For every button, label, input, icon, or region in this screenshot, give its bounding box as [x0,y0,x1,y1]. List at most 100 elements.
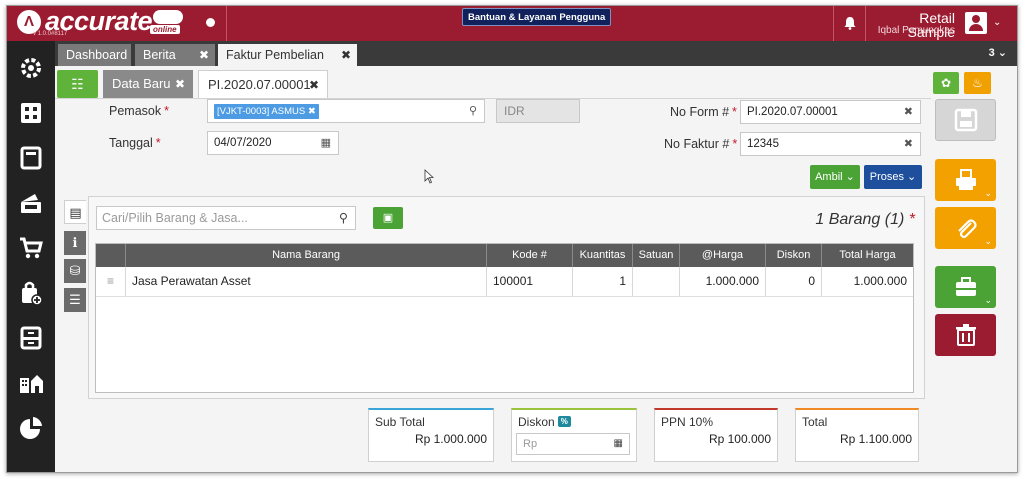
divider [833,6,834,41]
tab-dashboard[interactable]: Dashboard [58,44,131,66]
save-button[interactable] [935,99,996,141]
help-button[interactable]: Bantuan & Layanan Pengguna [462,8,612,26]
avatar[interactable] [965,12,987,34]
close-icon[interactable]: ✖ [175,70,185,98]
tab-new-data[interactable]: Data Baru ✖ [103,70,193,98]
delete-button[interactable] [935,314,996,356]
sidebar-item-reports[interactable] [7,408,55,448]
book-icon [20,146,42,170]
tab-label: Faktur Pembelian [226,48,324,62]
building-icon [20,375,43,393]
add-item-button[interactable]: ▣ [373,207,403,229]
cell-total[interactable]: 1.000.000 [822,267,913,296]
ppn-value: Rp 100.000 [708,432,771,446]
proses-button[interactable]: Proses ⌄ [864,165,922,189]
percent-toggle[interactable]: % [557,416,571,427]
column-header-price[interactable]: @Harga [680,244,766,267]
app-version: v 1.0.0#8117 [33,31,68,37]
calendar-icon[interactable]: ▦ [321,132,331,154]
list-view-button[interactable]: ☷ [57,70,98,98]
tab-detail-items[interactable]: ▤ [64,200,86,224]
sidebar-item-cash[interactable] [7,183,55,223]
print-icon [955,169,976,190]
supplier-field[interactable]: [VJKT-0003] ASMUS ✖ ⚲ [207,99,485,123]
status-dot-icon[interactable] [206,18,215,27]
logo-cloud-icon [153,10,183,24]
tab-document[interactable]: PI.2020.07.00001 ✖ [198,70,328,98]
bag-add-icon [22,281,43,306]
sidebar-item-sales[interactable] [7,228,55,268]
row-divider [96,296,913,297]
column-header-discount[interactable]: Diskon [766,244,822,267]
column-header-code[interactable]: Kode # [487,244,573,267]
tab-count[interactable]: 3 ⌄ [989,46,1007,59]
date-label: Tanggal * [109,136,161,150]
column-header-total[interactable]: Total Harga [822,244,913,267]
chevron-down-icon[interactable]: ⌄ [993,17,1001,28]
print-button[interactable]: ⌄ [935,159,996,201]
checklist-icon: ☰ [69,292,81,307]
close-icon[interactable]: ✖ [308,106,316,117]
drag-handle-icon[interactable]: ≡ [96,267,126,296]
close-icon[interactable]: ✖ [904,133,913,155]
cell-qty[interactable]: 1 [573,267,633,296]
more-actions-button[interactable]: ⌄ [935,266,996,308]
calculator-icon[interactable]: ▦ [614,434,623,454]
form-no-field[interactable]: PI.2020.07.00001 ✖ [740,100,921,124]
pie-chart-icon [20,417,42,439]
cell-code[interactable]: 100001 [487,267,573,296]
horizontal-scrollbar[interactable] [55,472,1018,473]
tab-faktur-pembelian[interactable]: Faktur Pembelian ✖ [218,44,357,66]
invoice-no-field[interactable]: 12345 ✖ [740,132,921,156]
settings-button[interactable]: ✿ [933,72,959,94]
sidebar-item-ledger[interactable] [7,138,55,178]
sidebar-item-dashboard[interactable] [7,93,55,133]
column-header-unit[interactable]: Satuan [633,244,680,267]
settings-icon [21,58,41,78]
sidebar-item-inventory[interactable] [7,318,55,358]
tab-detail-info[interactable]: ℹ [64,231,86,255]
close-icon[interactable]: ✖ [904,101,913,123]
item-count-value: 1 Barang (1) [815,211,905,228]
close-icon[interactable]: ✖ [199,44,209,66]
search-icon[interactable]: ⚲ [339,207,348,229]
date-field[interactable]: 04/07/2020 ▦ [207,131,339,155]
tab-bar: Dashboard Berita ✖ Faktur Pembelian ✖ 3 ⌄ [55,41,1017,66]
tab-detail-notes[interactable]: ☰ [64,288,86,312]
tips-button[interactable]: ♨ [964,72,991,94]
close-icon[interactable]: ✖ [309,71,319,99]
search-icon[interactable]: ⚲ [469,100,477,122]
cell-unit[interactable] [633,267,680,296]
sidebar-item-settings[interactable] [7,48,55,88]
user-name[interactable]: Iqbal Pamungkas [869,25,955,36]
avatar-body [969,24,983,31]
sidebar-item-assets[interactable] [7,363,55,403]
discount-label: Diskon% [518,415,571,429]
tab-detail-cost[interactable]: ⛁ [64,259,86,283]
column-header-name[interactable]: Nama Barang [126,244,487,267]
close-icon[interactable]: ✖ [341,44,351,66]
item-search-input[interactable]: Cari/Pilih Barang & Jasa... ⚲ [96,206,356,230]
cell-price[interactable]: 1.000.000 [680,267,766,296]
chevron-down-icon: ⌄ [984,295,992,305]
avatar-head [972,15,980,23]
discount-input[interactable]: Rp ▦ [516,433,630,455]
column-header-qty[interactable]: Kuantitas [573,244,633,267]
save-icon [954,108,977,132]
form-no-label: No Form # * [670,105,737,119]
cell-name[interactable]: Jasa Perawatan Asset [126,267,487,296]
bell-icon[interactable] [844,16,856,33]
app-window: Λ accurate online v 1.0.0#8117 Bantuan &… [6,5,1018,473]
sidebar [7,41,55,472]
discount-box: Diskon% Rp ▦ [511,408,637,462]
info-icon: ℹ [72,235,78,250]
cell-discount[interactable]: 0 [766,267,822,296]
tab-berita[interactable]: Berita ✖ [135,44,215,66]
ambil-button[interactable]: Ambil ⌄ [810,165,860,189]
attachment-button[interactable]: ⌄ [935,207,996,249]
chevron-down-icon: ⌄ [984,236,992,246]
currency-field: IDR [496,99,580,123]
sidebar-item-purchase[interactable] [7,273,55,313]
supplier-tag: [VJKT-0003] ASMUS ✖ [214,104,319,119]
date-value: 04/07/2020 [214,137,272,149]
